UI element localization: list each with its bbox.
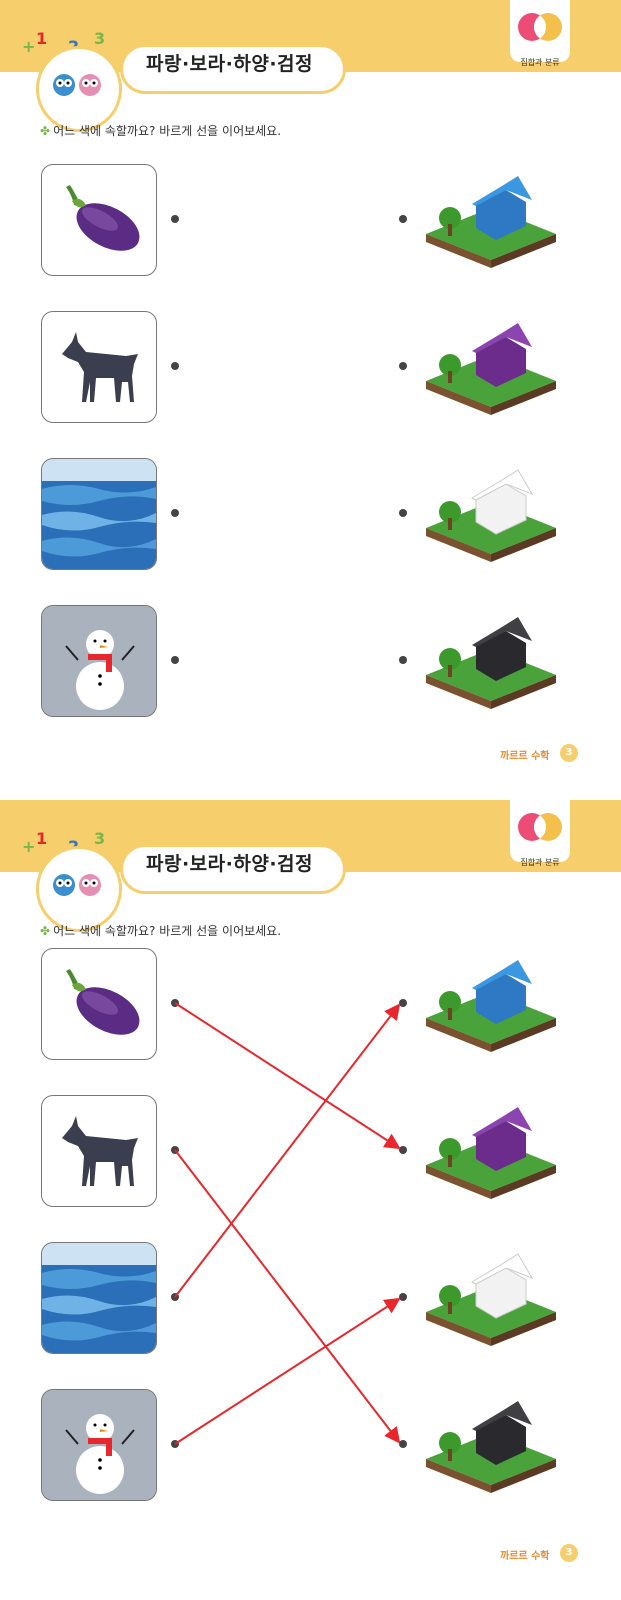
eggplant-icon: [66, 185, 140, 251]
venn-icon: [518, 13, 562, 41]
right-dot-3[interactable]: [399, 509, 407, 517]
answer-line-eggplant-to-purple-house: [174, 1002, 401, 1150]
right-dot-1[interactable]: [399, 215, 407, 223]
blue-sea-icon: [42, 459, 156, 569]
worksheet-page-2: 1 2 3 + 파랑·보라·하양·검정 집합과 분류 ✤어느 색에 속할까요? …: [0, 800, 621, 1600]
right-dot-4[interactable]: [399, 656, 407, 664]
svg-text:+: +: [22, 37, 35, 56]
page-number: 3: [560, 1544, 578, 1562]
blue-house[interactable]: [416, 168, 566, 278]
left-dot-1[interactable]: [171, 215, 179, 223]
footer-brand: 까르르 수학: [500, 751, 550, 762]
eggplant-tile[interactable]: [41, 164, 157, 276]
answer-line-blue-sea-to-blue-house: [174, 1003, 401, 1298]
answer-line-black-goat-to-black-house: [174, 1149, 401, 1444]
purple-house-icon: [426, 323, 556, 415]
black-goat-icon: [62, 332, 138, 402]
sea-tile[interactable]: [41, 458, 157, 570]
page-number: 3: [560, 744, 578, 762]
blue-house-icon: [426, 176, 556, 268]
svg-text:3: 3: [94, 29, 105, 48]
black-house[interactable]: [416, 609, 566, 719]
left-dot-2[interactable]: [171, 362, 179, 370]
goat-tile[interactable]: [41, 311, 157, 423]
snowman-tile[interactable]: [41, 605, 157, 717]
left-dot-3[interactable]: [171, 509, 179, 517]
clover-icon: ✤: [40, 124, 51, 138]
purple-house[interactable]: [416, 315, 566, 425]
right-dot-2[interactable]: [399, 362, 407, 370]
category-label: 집합과 분류: [520, 58, 560, 67]
footer-brand: 까르르 수학: [500, 1551, 550, 1562]
snowman-icon: [42, 606, 156, 716]
answer-lines: [174, 1002, 401, 1445]
category-corner: [510, 0, 570, 62]
mascot-badge: [36, 46, 122, 132]
black-house-icon: [426, 617, 556, 709]
white-house-icon: [426, 469, 556, 562]
white-house[interactable]: [416, 462, 566, 572]
left-dot-4[interactable]: [171, 656, 179, 664]
answer-line-snowman-to-white-house: [174, 1297, 401, 1445]
instruction: ✤ 어느 색에 속할까요? 바르게 선을 이어보세요.: [40, 124, 282, 138]
page-title: 파랑·보라·하양·검정: [146, 53, 313, 75]
svg-text:1: 1: [36, 29, 47, 48]
worksheet-page-1: 1 2 3 + 파랑·보라·하양·검정 집합과 분류 ✤어느 색에 속할까요? …: [0, 0, 621, 800]
